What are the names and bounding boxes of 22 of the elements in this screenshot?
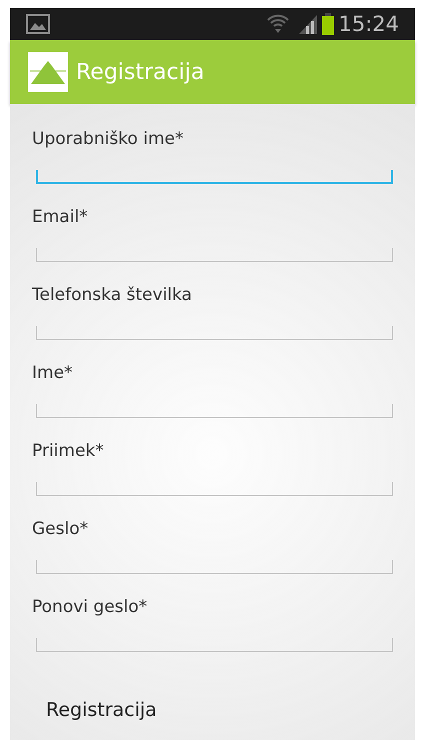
battery-icon — [322, 13, 334, 35]
input-field[interactable] — [36, 326, 393, 340]
input-field[interactable] — [36, 404, 393, 418]
input-field[interactable] — [36, 482, 393, 496]
input-field[interactable] — [36, 170, 393, 184]
field-label: Ponovi geslo* — [32, 596, 148, 618]
input-field[interactable] — [36, 638, 393, 652]
image-icon — [26, 14, 50, 34]
field-label: Geslo* — [32, 518, 90, 540]
field-label: Ime* — [32, 362, 74, 384]
field-label: Uporabniško ime* — [32, 128, 184, 150]
mountain-logo-icon — [28, 52, 68, 92]
field-label: Email* — [32, 206, 89, 228]
app-title: Registracija — [76, 58, 204, 86]
field-label: Priimek* — [32, 440, 105, 462]
wifi-icon — [267, 13, 290, 35]
input-field[interactable] — [36, 248, 393, 262]
register-button[interactable]: Registracija — [46, 696, 157, 724]
field-label: Telefonska številka — [32, 284, 193, 306]
signal-icon — [297, 13, 320, 35]
input-field[interactable] — [36, 560, 393, 574]
status-time: 15:24 — [338, 14, 399, 34]
